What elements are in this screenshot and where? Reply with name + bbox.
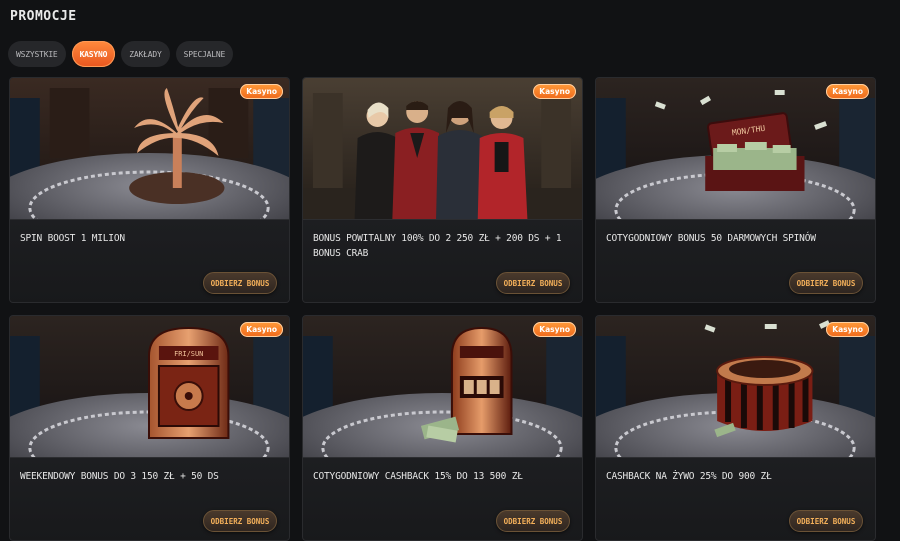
claim-bonus-button[interactable]: ODBIERZ BONUS xyxy=(203,510,277,532)
category-badge: Kasyno xyxy=(240,322,283,337)
claim-bonus-button[interactable]: ODBIERZ BONUS xyxy=(203,272,277,294)
tab-wszystkie[interactable]: WSZYSTKIE xyxy=(8,41,66,67)
promo-image: Kasyno xyxy=(303,316,582,457)
promo-image: Kasyno xyxy=(10,78,289,219)
promo-image: Kasyno xyxy=(596,316,875,457)
category-badge: Kasyno xyxy=(826,84,869,99)
promo-title: COTYGODNIOWY CASHBACK 15% DO 13 500 ZŁ xyxy=(313,471,523,482)
claim-bonus-button[interactable]: ODBIERZ BONUS xyxy=(496,510,570,532)
promo-card[interactable]: Kasyno SPIN BOOST 1 MILION ODBIERZ BONUS xyxy=(9,77,290,303)
promo-card[interactable]: Kasyno COTYGODNIOWY CASHBACK 15% DO 13 5… xyxy=(302,315,583,541)
promo-image: Kasyno xyxy=(303,78,582,219)
category-badge: Kasyno xyxy=(240,84,283,99)
promo-title: COTYGODNIOWY BONUS 50 DARMOWYCH SPINÓW xyxy=(606,233,816,244)
category-tabs: WSZYSTKIE KASYNO ZAKŁADY SPECJALNE xyxy=(8,41,234,67)
promo-title: SPIN BOOST 1 MILION xyxy=(20,233,125,244)
promo-card[interactable]: Kasyno BONUS POWITALNY 100% DO 2 250 ZŁ … xyxy=(302,77,583,303)
category-badge: Kasyno xyxy=(533,322,576,337)
claim-bonus-button[interactable]: ODBIERZ BONUS xyxy=(789,510,863,532)
promotions-grid: Kasyno SPIN BOOST 1 MILION ODBIERZ BONUS xyxy=(9,77,877,541)
promo-card[interactable]: MON/THU Kasyno COTYGODNIOWY BONUS 50 DAR… xyxy=(595,77,876,303)
page-title: PROMOCJE xyxy=(10,9,77,24)
category-badge: Kasyno xyxy=(826,322,869,337)
tab-specjalne[interactable]: SPECJALNE xyxy=(175,41,234,67)
promo-image: MON/THU Kasyno xyxy=(596,78,875,219)
promo-title: CASHBACK NA ŻYWO 25% DO 900 ZŁ xyxy=(606,471,772,482)
promo-image: FRI/SUN Kasyno xyxy=(10,316,289,457)
promo-card[interactable]: FRI/SUN Kasyno WEEKENDOWY BONUS DO 3 150… xyxy=(9,315,290,541)
claim-bonus-button[interactable]: ODBIERZ BONUS xyxy=(496,272,570,294)
claim-bonus-button[interactable]: ODBIERZ BONUS xyxy=(789,272,863,294)
tab-kasyno[interactable]: KASYNO xyxy=(71,41,116,67)
promo-card[interactable]: Kasyno CASHBACK NA ŻYWO 25% DO 900 ZŁ OD… xyxy=(595,315,876,541)
tab-zaklady[interactable]: ZAKŁADY xyxy=(121,41,170,67)
category-badge: Kasyno xyxy=(533,84,576,99)
prop-label: FRI/SUN xyxy=(174,350,203,358)
promo-title: BONUS POWITALNY 100% DO 2 250 ZŁ + 200 D… xyxy=(313,233,562,259)
promo-title: WEEKENDOWY BONUS DO 3 150 ZŁ + 50 DS xyxy=(20,471,219,482)
